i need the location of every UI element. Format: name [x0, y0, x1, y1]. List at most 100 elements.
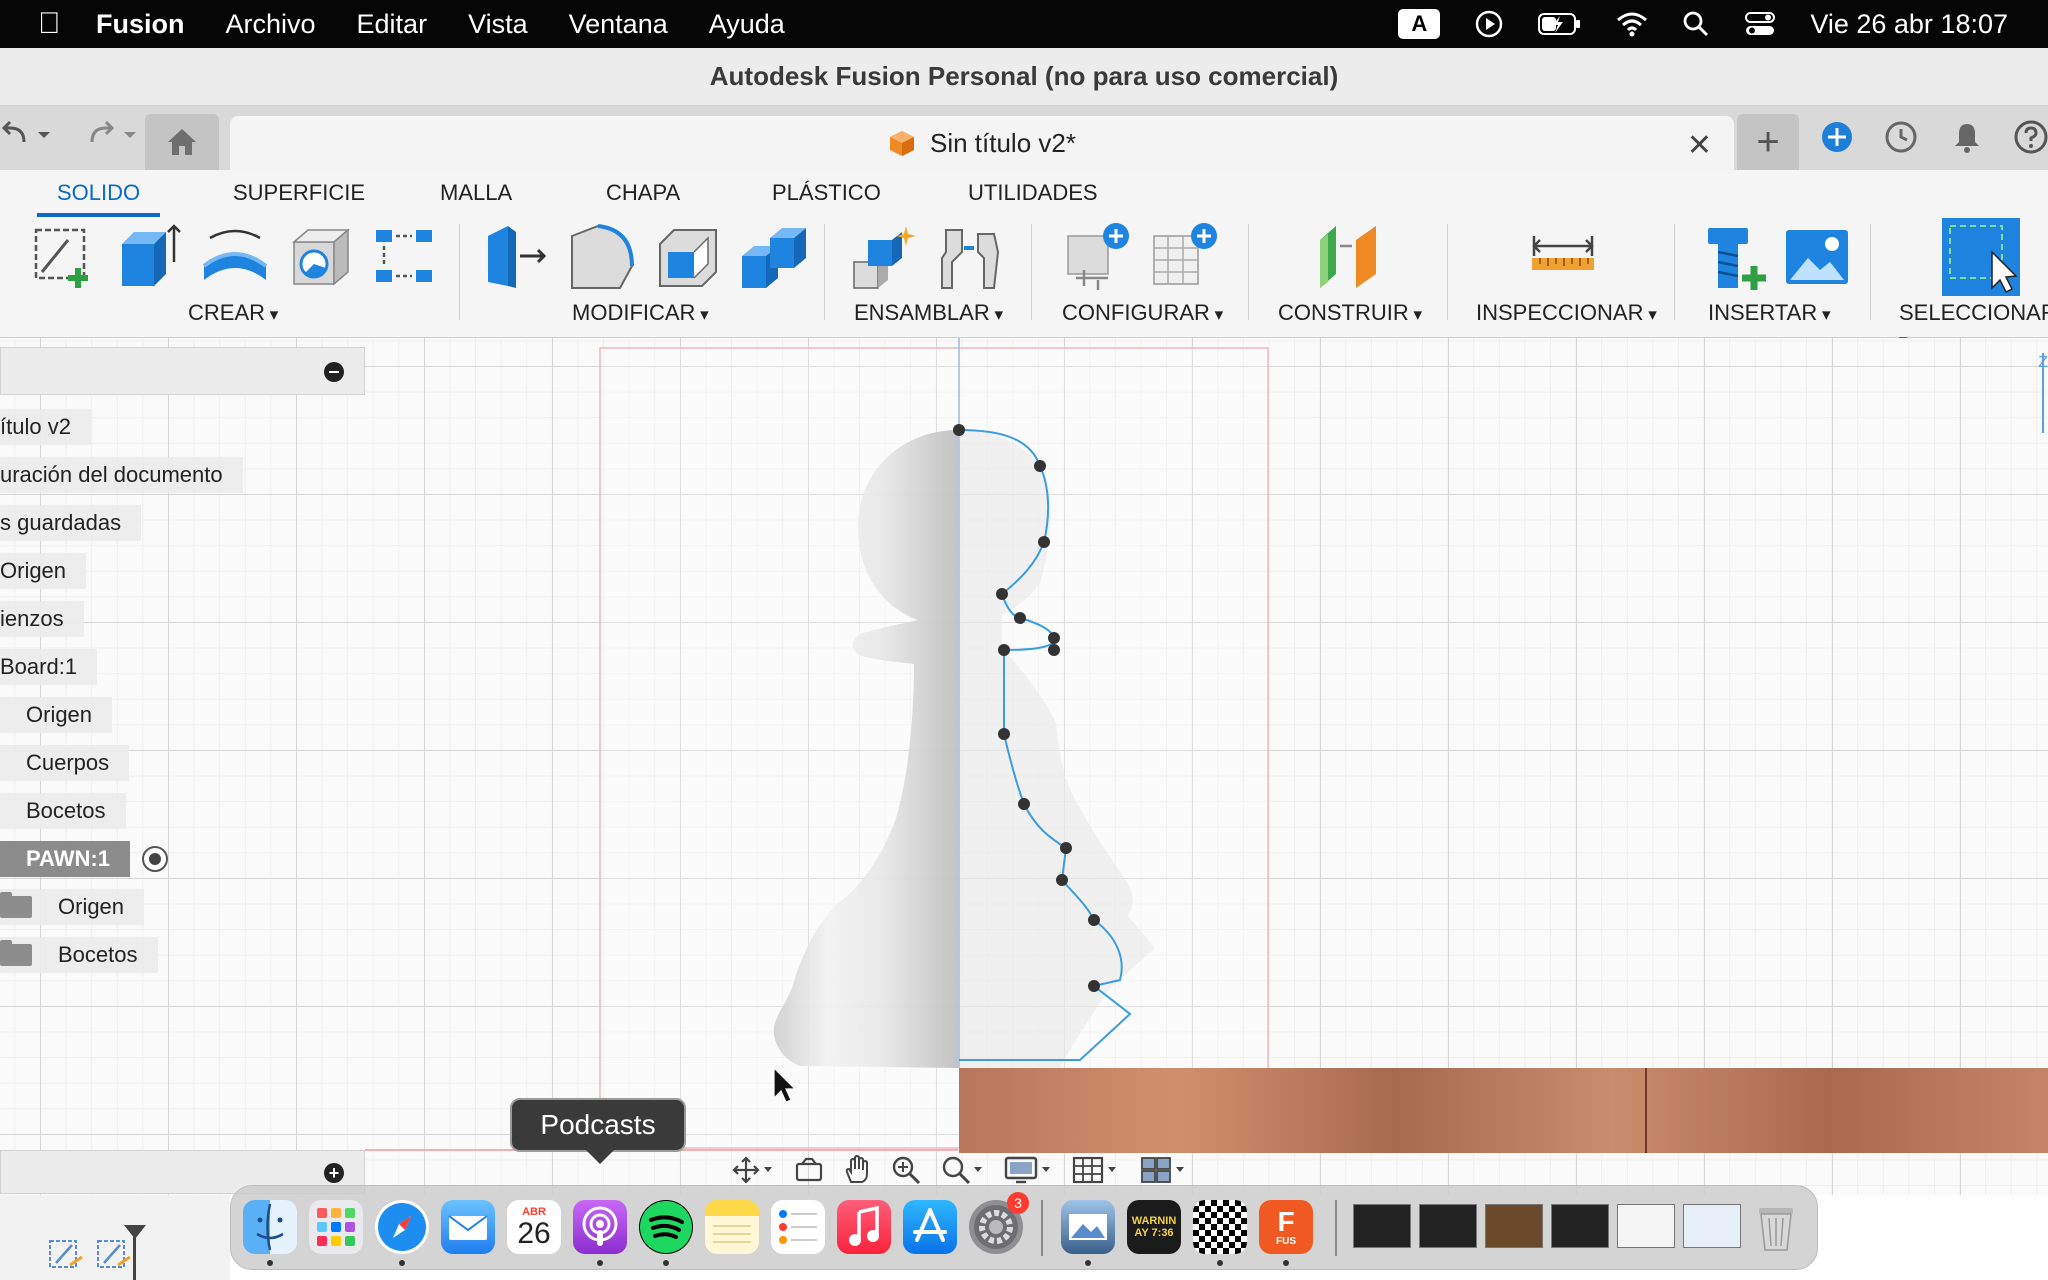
- now-playing-icon[interactable]: [1474, 9, 1504, 39]
- viewport-scene[interactable]: [0, 338, 2048, 1195]
- add-comment-icon[interactable]: +: [324, 1163, 344, 1183]
- pattern-icon[interactable]: [372, 222, 442, 292]
- tree-item-board-bodies[interactable]: Cuerpos: [0, 745, 130, 781]
- extrude-icon[interactable]: [114, 222, 184, 292]
- viewport-canvas[interactable]: Z: [0, 338, 2048, 1195]
- insert-mcmaster-icon[interactable]: [1700, 222, 1770, 292]
- revolve-icon[interactable]: [200, 222, 270, 292]
- activate-component-radio[interactable]: [142, 846, 168, 872]
- menu-app-name[interactable]: Fusion: [96, 9, 185, 40]
- preview-icon[interactable]: [1061, 1200, 1115, 1254]
- group-crear[interactable]: CREAR: [188, 300, 278, 326]
- menu-clock[interactable]: Vie 26 abr 18:07: [1810, 9, 2008, 40]
- podcasts-icon[interactable]: [573, 1200, 627, 1254]
- tree-item-document-settings[interactable]: uración del documento: [0, 457, 243, 493]
- tab-utilidades[interactable]: UTILIDADES: [968, 180, 1098, 206]
- minimized-window-thumbnail[interactable]: [1617, 1204, 1675, 1248]
- tree-item-board-sketches[interactable]: Bocetos: [0, 793, 126, 829]
- tree-item-named-views[interactable]: s guardadas: [0, 505, 142, 541]
- spotify-icon[interactable]: [639, 1200, 693, 1254]
- create-sketch-icon[interactable]: [28, 222, 98, 292]
- menu-ventana[interactable]: Ventana: [569, 9, 668, 40]
- safari-icon[interactable]: [375, 1200, 429, 1254]
- calendar-icon[interactable]: ABR 26: [507, 1200, 561, 1254]
- insert-canvas-icon[interactable]: [1782, 222, 1852, 292]
- group-configurar[interactable]: CONFIGURAR: [1062, 300, 1223, 326]
- apple-icon[interactable]: : [38, 7, 96, 41]
- minimized-window-thumbnail[interactable]: [1551, 1204, 1609, 1248]
- chess-icon[interactable]: [1193, 1200, 1247, 1254]
- job-status-icon[interactable]: [1884, 120, 1918, 154]
- tree-item-board-origin[interactable]: Origen: [0, 697, 113, 733]
- tree-item-board[interactable]: Board:1: [0, 649, 98, 685]
- reminders-icon[interactable]: [771, 1200, 825, 1254]
- tab-superficie[interactable]: SUPERFICIE: [233, 180, 365, 206]
- shell-icon[interactable]: [286, 222, 356, 292]
- configuration-table-icon[interactable]: [1148, 222, 1218, 292]
- tab-chapa[interactable]: CHAPA: [606, 180, 680, 206]
- measure-icon[interactable]: [1528, 222, 1598, 292]
- fillet-icon[interactable]: [568, 222, 638, 292]
- orbit-icon[interactable]: [732, 1155, 776, 1185]
- viewports-icon[interactable]: [1140, 1155, 1190, 1185]
- redo-icon[interactable]: [84, 120, 140, 150]
- app-store-icon[interactable]: [903, 1200, 957, 1254]
- tree-item-document[interactable]: ítulo v2: [0, 409, 91, 445]
- help-icon[interactable]: [2014, 120, 2048, 154]
- pan-hand-icon[interactable]: [842, 1155, 872, 1185]
- notes-icon[interactable]: [705, 1200, 759, 1254]
- group-modificar[interactable]: MODIFICAR: [572, 300, 709, 326]
- group-ensamblar[interactable]: ENSAMBLAR: [854, 300, 1003, 326]
- console-icon[interactable]: WARNIN AY 7:36: [1127, 1200, 1181, 1254]
- offset-plane-icon[interactable]: [1316, 222, 1386, 292]
- new-component-icon[interactable]: [848, 222, 918, 292]
- combine-icon[interactable]: [740, 222, 810, 292]
- joint-icon[interactable]: [934, 222, 1004, 292]
- battery-icon[interactable]: [1538, 11, 1582, 37]
- collapse-browser-icon[interactable]: [324, 362, 344, 382]
- mail-icon[interactable]: [441, 1200, 495, 1254]
- home-button[interactable]: [145, 114, 219, 170]
- grid-snaps-icon[interactable]: [1072, 1155, 1122, 1185]
- minimized-window-thumbnail[interactable]: [1683, 1204, 1741, 1248]
- display-settings-icon[interactable]: [1004, 1155, 1054, 1185]
- timeline-sketch-icon[interactable]: [48, 1237, 84, 1271]
- tab-solido[interactable]: SOLIDO: [36, 180, 161, 217]
- tree-item-origin[interactable]: Origen: [0, 553, 87, 589]
- tree-item-pawn-origin[interactable]: Origen: [0, 889, 145, 925]
- new-tab-button[interactable]: +: [1737, 114, 1799, 170]
- menu-archivo[interactable]: Archivo: [226, 9, 316, 40]
- notifications-bell-icon[interactable]: [1950, 120, 1984, 154]
- menu-ayuda[interactable]: Ayuda: [709, 9, 785, 40]
- select-tool-button[interactable]: [1942, 218, 2020, 296]
- spotlight-search-icon[interactable]: [1682, 10, 1710, 38]
- zoom-icon[interactable]: [890, 1155, 922, 1185]
- tab-malla[interactable]: MALLA: [440, 180, 512, 206]
- trash-icon[interactable]: [1749, 1200, 1803, 1254]
- menu-vista[interactable]: Vista: [468, 9, 528, 40]
- configure-design-icon[interactable]: [1062, 222, 1132, 292]
- chamfer-icon[interactable]: [654, 222, 724, 292]
- launchpad-icon[interactable]: [309, 1200, 363, 1254]
- minimized-window-thumbnail[interactable]: [1353, 1204, 1411, 1248]
- group-construir[interactable]: CONSTRUIR: [1278, 300, 1422, 326]
- fusion-app-icon[interactable]: F FUS: [1259, 1200, 1313, 1254]
- extensions-icon[interactable]: [1820, 120, 1854, 154]
- tree-item-pawn[interactable]: PAWN:1: [0, 841, 130, 877]
- control-center-icon[interactable]: [1744, 10, 1776, 38]
- document-tab[interactable]: Sin título v2* ✕: [230, 116, 1734, 170]
- input-source-icon[interactable]: A: [1398, 9, 1441, 39]
- menu-editar[interactable]: Editar: [357, 9, 428, 40]
- group-insertar[interactable]: INSERTAR: [1708, 300, 1830, 326]
- wifi-icon[interactable]: [1616, 11, 1648, 37]
- close-tab-icon[interactable]: ✕: [1687, 128, 1712, 163]
- timeline-sketch-icon[interactable]: [96, 1237, 132, 1271]
- finder-icon[interactable]: [243, 1200, 297, 1254]
- tab-plastico[interactable]: PLÁSTICO: [772, 180, 881, 206]
- music-icon[interactable]: [837, 1200, 891, 1254]
- timeline-marker[interactable]: [133, 1233, 136, 1280]
- press-pull-icon[interactable]: [482, 222, 552, 292]
- minimized-window-thumbnail[interactable]: [1485, 1204, 1543, 1248]
- fit-window-icon[interactable]: [940, 1155, 986, 1185]
- undo-icon[interactable]: [0, 120, 56, 150]
